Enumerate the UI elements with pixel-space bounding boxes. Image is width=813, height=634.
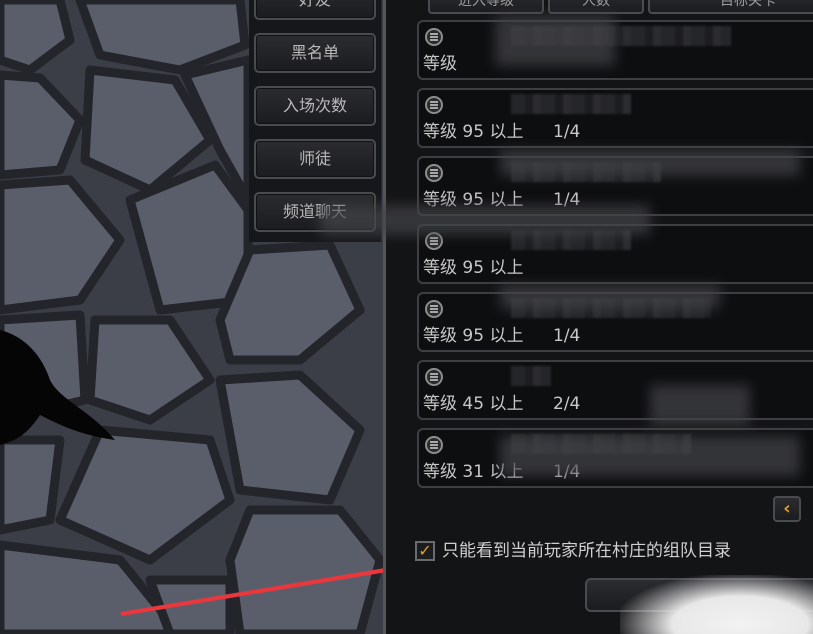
team-icon [425, 436, 443, 454]
tab-entry-count[interactable]: 入场次数 [254, 86, 376, 126]
privacy-blur [320, 205, 650, 235]
privacy-blur [650, 385, 750, 425]
team-icon [425, 96, 443, 114]
tab-mentor[interactable]: 师徒 [254, 139, 376, 179]
team-count: 1/4 [553, 122, 581, 142]
privacy-blur [500, 150, 800, 176]
team-name-blurred [511, 366, 551, 386]
privacy-blur [500, 285, 720, 309]
team-level: 等级 [423, 54, 457, 74]
team-count: 1/4 [553, 326, 581, 346]
team-icon [425, 164, 443, 182]
tab-friends[interactable]: 好友 [254, 0, 376, 20]
check-icon: ✓ [418, 541, 432, 560]
team-icon [425, 28, 443, 46]
privacy-blur [495, 16, 615, 66]
tab-blacklist[interactable]: 黑名单 [254, 33, 376, 73]
village-filter-checkbox[interactable]: ✓ [415, 541, 435, 561]
village-filter-label: 只能看到当前玩家所在村庄的组队目录 [442, 541, 731, 561]
team-level: 等级 95 以上 [423, 326, 524, 346]
team-row[interactable]: 等级 45 以上 2/4 [417, 360, 813, 420]
team-icon [425, 368, 443, 386]
privacy-blur [500, 436, 800, 476]
header-member-count[interactable]: 人数 [548, 0, 644, 14]
team-level: 等级 95 以上 [423, 258, 524, 278]
team-icon [425, 300, 443, 318]
game-scene: 好友 黑名单 入场次数 师徒 频道聊天 进入等级 人数 目标关卡 等级 等级 9… [0, 0, 813, 634]
team-level: 等级 95 以上 [423, 122, 524, 142]
header-entry-level[interactable]: 进入等级 [428, 0, 544, 14]
watermark-glare [620, 575, 813, 634]
team-name-blurred [511, 94, 631, 114]
scroll-left-button[interactable]: ‹ [773, 496, 801, 522]
chevron-left-icon: ‹ [783, 498, 791, 519]
team-level: 等级 45 以上 [423, 394, 524, 414]
team-row[interactable]: 等级 95 以上 1/4 [417, 88, 813, 148]
team-count: 2/4 [553, 394, 581, 414]
header-target-stage[interactable]: 目标关卡 [648, 0, 813, 14]
team-row[interactable]: 等级 [417, 20, 813, 80]
